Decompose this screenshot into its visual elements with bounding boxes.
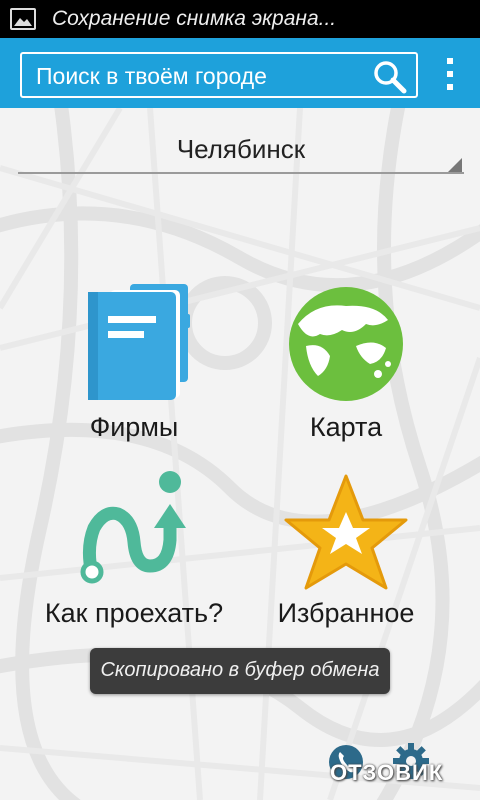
search-box[interactable] [20, 52, 418, 98]
map-background [0, 108, 480, 800]
route-tile[interactable]: Как проехать? [34, 470, 234, 640]
favorites-label: Избранное [277, 598, 415, 628]
map-tile[interactable]: Карта [246, 284, 446, 454]
city-name: Челябинск [176, 134, 306, 164]
search-input[interactable] [36, 61, 356, 91]
toast-text: Скопировано в буфер обмена [100, 659, 380, 681]
globe-icon [246, 284, 446, 404]
firms-tile[interactable]: Фирмы [34, 284, 234, 454]
favorites-tile[interactable]: Избранное [246, 470, 446, 640]
search-icon[interactable] [372, 59, 408, 95]
directory-icon [34, 284, 234, 404]
screenshot-notification-icon [10, 8, 36, 30]
route-label: Как проехать? [44, 598, 224, 628]
star-icon [246, 470, 446, 590]
toast-message: Скопировано в буфер обмена [90, 648, 390, 694]
watermark: ОТЗОВИК [330, 760, 444, 785]
dropdown-triangle-icon [448, 158, 462, 172]
firms-label: Фирмы [89, 412, 179, 442]
route-icon [34, 470, 234, 590]
status-notification-text: Сохранение снимка экрана... [52, 7, 337, 30]
map-label: Карта [309, 412, 383, 442]
action-bar [0, 38, 480, 108]
status-bar: Сохранение снимка экрана... [0, 0, 480, 38]
overflow-menu-icon[interactable] [438, 52, 462, 96]
city-selector[interactable]: Челябинск [18, 120, 464, 176]
city-underline [18, 172, 464, 174]
